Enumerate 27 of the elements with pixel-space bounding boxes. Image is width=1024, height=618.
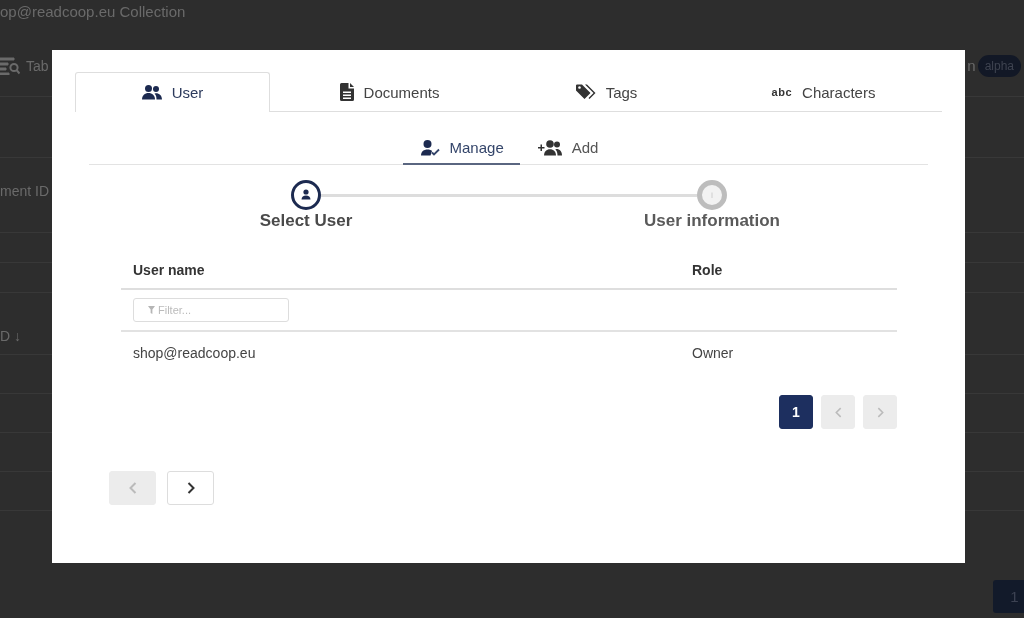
filter-field[interactable]: Filter... [133, 298, 289, 322]
chevron-right-icon [186, 482, 195, 494]
field-label: ment ID [0, 182, 49, 200]
tab[interactable]: User [75, 72, 270, 112]
table-search-icon[interactable] [0, 57, 20, 75]
filter-icon [148, 306, 155, 314]
next-button[interactable] [167, 471, 214, 505]
table-cell-text: Owner [691, 344, 735, 361]
chevron-left-icon [128, 482, 137, 494]
chevron-right-icon [876, 406, 884, 418]
sub-tab[interactable]: Manage [402, 130, 520, 165]
page-button[interactable]: 1 [779, 395, 813, 429]
user-plus-icon [537, 139, 562, 156]
collection-title: op@readcoop.eu Collection [0, 3, 186, 21]
step-label: User information [644, 210, 780, 232]
badge-caption: n [967, 57, 976, 75]
chevron-left-icon [834, 406, 842, 418]
column-header: User name [132, 261, 206, 278]
document-icon [339, 83, 354, 101]
step-label: Select User [259, 210, 353, 232]
column-header: Role [691, 261, 724, 278]
table-cell-text: shop@readcoop.eu [132, 344, 257, 361]
users-icon [141, 85, 162, 100]
abc-icon: abc [771, 86, 793, 98]
tags-icon [575, 84, 596, 100]
sub-tab[interactable]: Add [519, 130, 615, 165]
user-check-icon [420, 139, 440, 156]
